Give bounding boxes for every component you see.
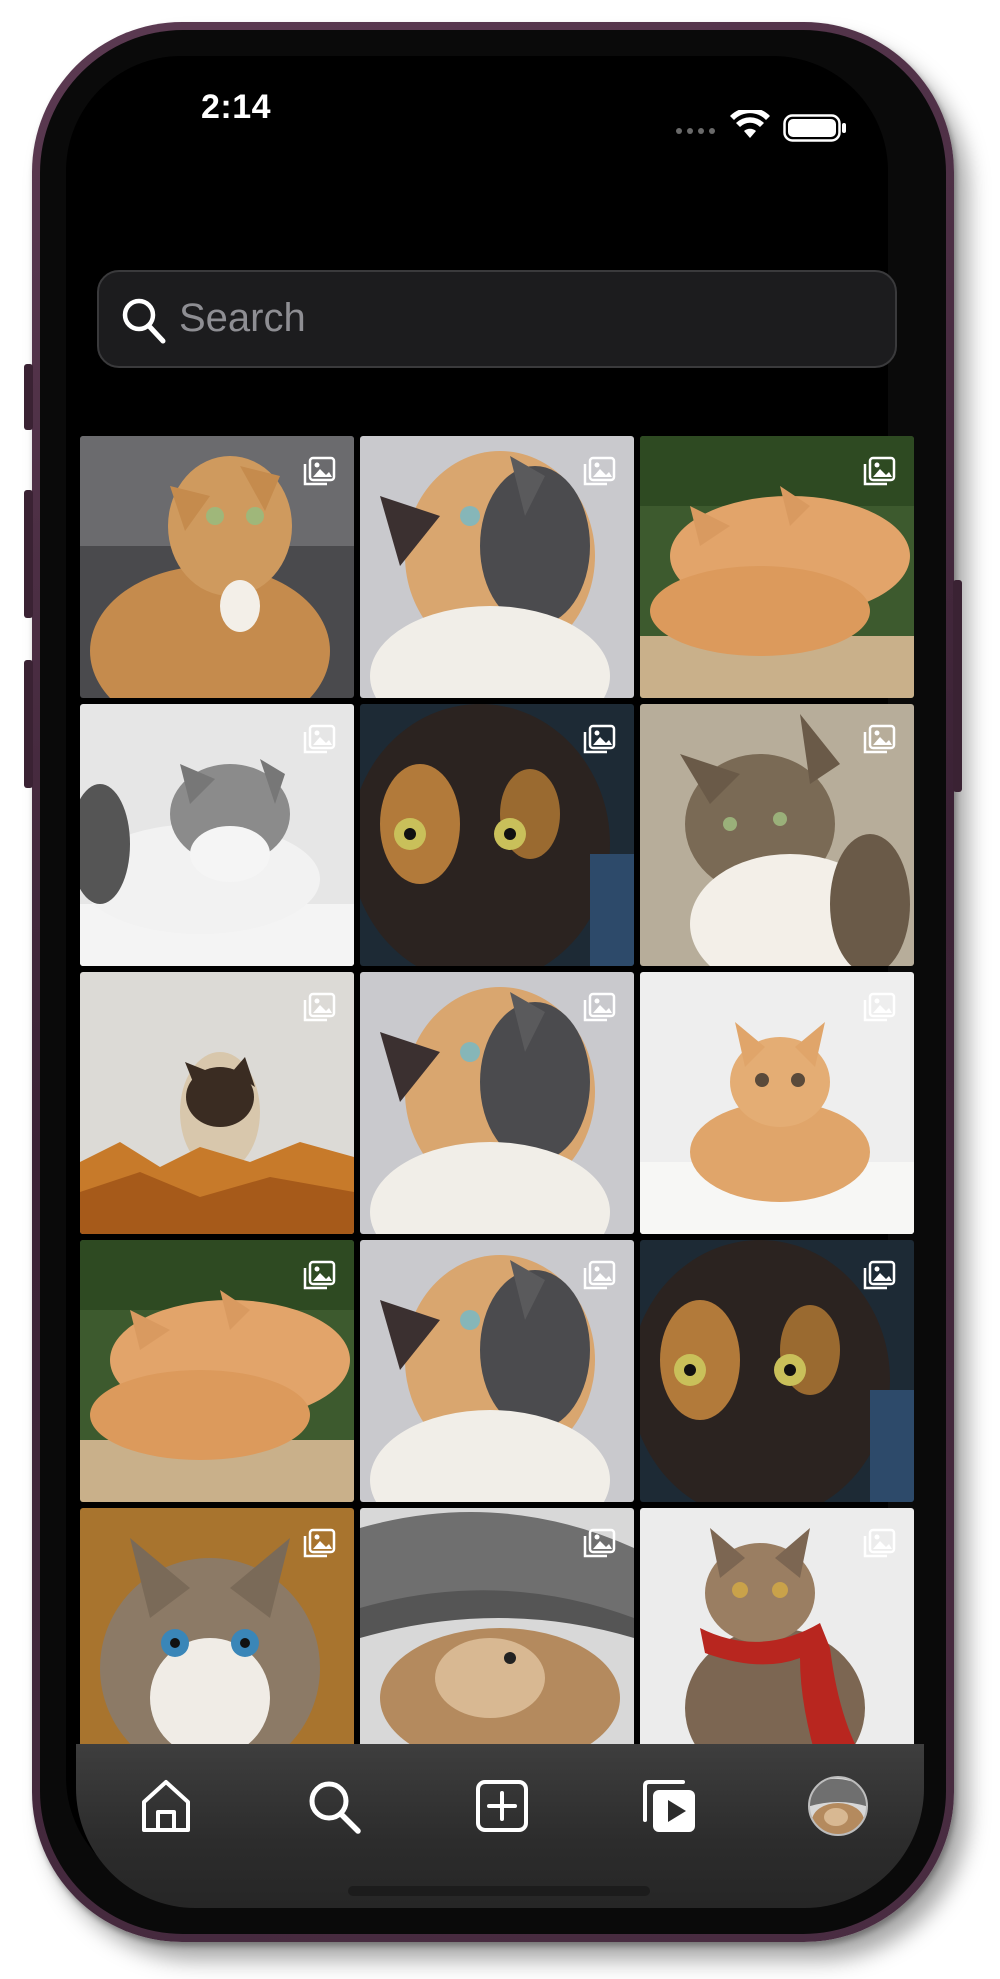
volume-up-button xyxy=(24,490,33,618)
tab-reels[interactable] xyxy=(630,1766,710,1846)
multiple-photos-icon xyxy=(863,1528,896,1558)
grid-tile[interactable] xyxy=(80,704,354,966)
tab-search[interactable] xyxy=(294,1766,374,1846)
grid-tile[interactable] xyxy=(640,1508,914,1770)
multiple-photos-icon xyxy=(863,992,896,1022)
dynamic-island xyxy=(372,80,630,154)
tab-create[interactable] xyxy=(462,1766,542,1846)
wifi-icon xyxy=(730,110,770,138)
multiple-photos-icon xyxy=(583,1260,616,1290)
home-indicator[interactable] xyxy=(348,1886,650,1896)
grid-tile[interactable] xyxy=(640,1240,914,1502)
grid-tile[interactable] xyxy=(360,972,634,1234)
tab-bar xyxy=(76,1744,924,1908)
search-icon xyxy=(309,1781,361,1834)
multiple-photos-icon xyxy=(303,1528,336,1558)
multiple-photos-icon xyxy=(303,724,336,754)
battery-icon xyxy=(783,114,846,142)
explore-grid xyxy=(80,436,914,1770)
grid-tile[interactable] xyxy=(360,1240,634,1502)
create-post-icon xyxy=(476,1780,528,1832)
grid-tile[interactable] xyxy=(80,1240,354,1502)
multiple-photos-icon xyxy=(583,456,616,486)
power-button xyxy=(953,580,962,792)
multiple-photos-icon xyxy=(303,1260,336,1290)
multiple-photos-icon xyxy=(303,992,336,1022)
tab-home[interactable] xyxy=(126,1766,206,1846)
grid-tile[interactable] xyxy=(640,704,914,966)
multiple-photos-icon xyxy=(303,456,336,486)
status-time: 2:14 xyxy=(200,88,272,126)
search-input[interactable]: Search xyxy=(97,270,897,368)
action-button xyxy=(24,364,33,430)
grid-tile[interactable] xyxy=(80,972,354,1234)
multiple-photos-icon xyxy=(583,1528,616,1558)
reels-icon xyxy=(643,1780,695,1832)
multiple-photos-icon xyxy=(863,456,896,486)
grid-tile[interactable] xyxy=(360,1508,634,1770)
grid-tile[interactable] xyxy=(80,436,354,698)
signal-dots-icon xyxy=(676,128,715,134)
tab-profile[interactable] xyxy=(798,1766,878,1846)
grid-tile[interactable] xyxy=(640,972,914,1234)
grid-tile[interactable] xyxy=(640,436,914,698)
grid-tile[interactable] xyxy=(360,704,634,966)
search-icon xyxy=(122,298,166,344)
grid-tile[interactable] xyxy=(80,1508,354,1770)
multiple-photos-icon xyxy=(863,1260,896,1290)
multiple-photos-icon xyxy=(863,724,896,754)
volume-down-button xyxy=(24,660,33,788)
multiple-photos-icon xyxy=(583,724,616,754)
profile-avatar xyxy=(808,1776,868,1836)
grid-tile[interactable] xyxy=(360,436,634,698)
home-icon xyxy=(142,1780,190,1832)
multiple-photos-icon xyxy=(583,992,616,1022)
search-placeholder: Search xyxy=(179,296,306,340)
